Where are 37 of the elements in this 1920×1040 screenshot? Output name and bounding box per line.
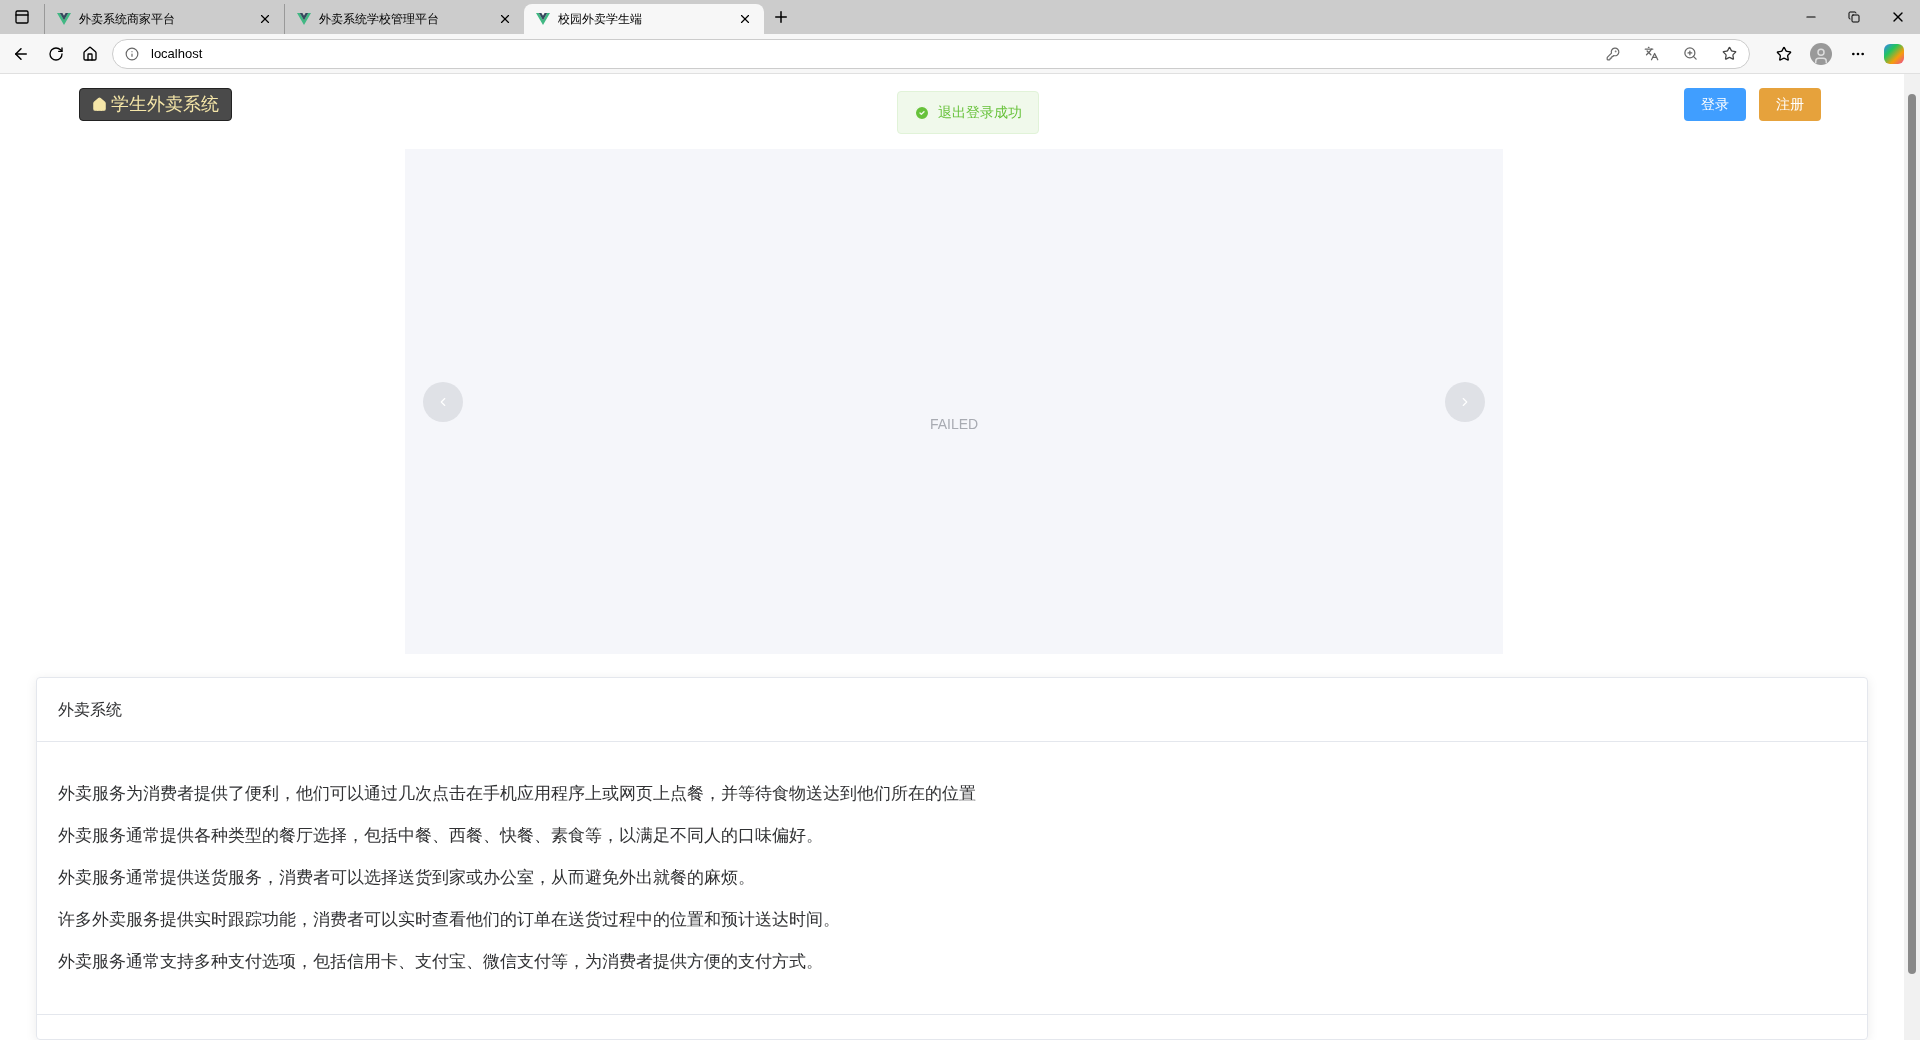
v-logo-icon — [297, 13, 311, 25]
tab-actions-icon[interactable] — [14, 9, 30, 25]
paragraph: 外卖服务通常提供各种类型的餐厅选择，包括中餐、西餐、快餐、素食等，以满足不同人的口味偏好。 — [58, 825, 824, 847]
logo-text: 学生外卖系统 — [111, 93, 219, 116]
translate-icon[interactable] — [1644, 46, 1659, 61]
card-title: 外卖系统 — [58, 699, 122, 720]
zoom-icon[interactable] — [1683, 46, 1698, 61]
logo-badge[interactable]: 学生外卖系统 — [79, 88, 232, 121]
tab-title: 外卖系统学校管理平台 — [319, 11, 440, 28]
info-icon[interactable] — [125, 46, 139, 61]
paragraph: 外卖服务通常提供送货服务，消费者可以选择送货到家或办公室，从而避免外出就餐的麻烦。 — [58, 867, 756, 889]
check-icon — [914, 104, 930, 121]
v-logo-icon — [57, 13, 71, 25]
toast-text: 退出登录成功 — [938, 103, 1022, 122]
profile-avatar[interactable] — [1810, 42, 1832, 65]
new-tab-icon[interactable] — [772, 8, 790, 26]
tab-title: 外卖系统商家平台 — [79, 11, 176, 28]
close-icon[interactable] — [258, 12, 272, 26]
browser-tab[interactable]: 校园外卖学生端 — [524, 4, 764, 34]
reload-icon[interactable] — [48, 45, 64, 62]
image-load-failed-text: FAILED — [929, 414, 979, 434]
home-icon — [92, 97, 107, 112]
scrollbar[interactable] — [1904, 74, 1920, 1040]
v-logo-icon — [536, 13, 550, 25]
close-icon[interactable] — [498, 12, 512, 26]
close-icon[interactable] — [738, 12, 752, 26]
paragraph: 许多外卖服务提供实时跟踪功能，消费者可以实时查看他们的订单在送货过程中的位置和预计送达时间。 — [58, 909, 841, 931]
restore-icon[interactable] — [1848, 11, 1860, 23]
key-icon[interactable] — [1606, 46, 1620, 61]
address-bar[interactable]: localhost — [112, 38, 1750, 69]
home-icon[interactable] — [82, 45, 98, 62]
favorites-icon[interactable] — [1776, 45, 1792, 62]
star-icon[interactable] — [1722, 46, 1737, 61]
paragraph: 外卖服务通常支持多种支付选项，包括信用卡、支付宝、微信支付等，为消费者提供方便的支付方式。 — [58, 951, 824, 973]
paragraph: 外卖服务为消费者提供了便利，他们可以通过几次点击在手机应用程序上或网页上点餐，并等待食物送达到他们所在的位置 — [58, 783, 977, 805]
tab-title: 校园外卖学生端 — [558, 11, 643, 28]
url-text: localhost — [151, 44, 204, 63]
